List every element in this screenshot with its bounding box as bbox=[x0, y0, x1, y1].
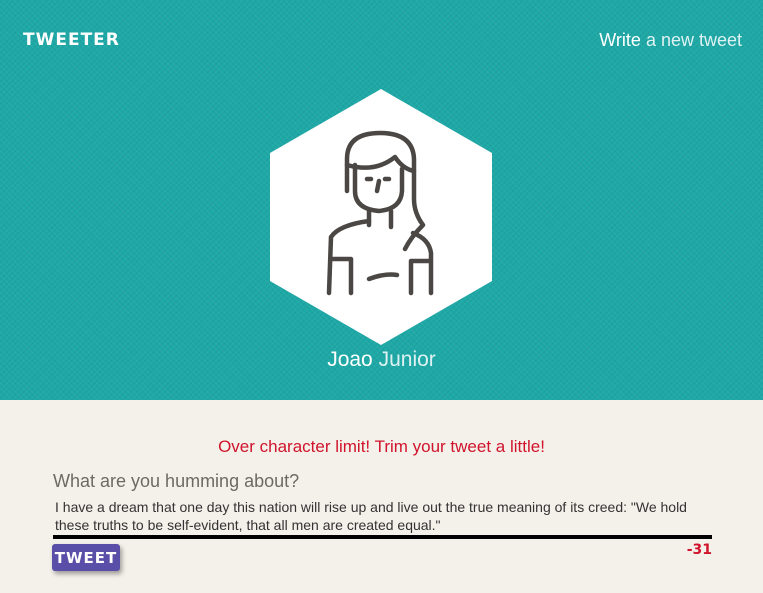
character-counter: -31 bbox=[686, 542, 712, 558]
write-new-tweet-link[interactable]: Write a new tweet bbox=[599, 30, 742, 51]
write-link-rest: a new tweet bbox=[640, 30, 742, 50]
avatar-hexagon bbox=[270, 89, 492, 345]
tweet-button[interactable]: TWEET bbox=[52, 544, 120, 571]
tweet-input[interactable]: I have a dream that one day this nation … bbox=[53, 497, 712, 539]
first-name: Joao bbox=[327, 348, 373, 371]
profile-header: TWEETER Write a new tweet Joao Junior bbox=[0, 0, 763, 400]
error-message: Over character limit! Trim your tweet a … bbox=[218, 437, 545, 456]
profile-name: Joao Junior bbox=[0, 348, 763, 372]
app-logo[interactable]: TWEETER bbox=[23, 30, 120, 50]
compose-label: What are you humming about? bbox=[53, 471, 300, 491]
female-user-avatar-icon bbox=[326, 130, 434, 296]
last-name: Junior bbox=[372, 348, 436, 371]
write-link-strong: Write bbox=[599, 30, 641, 50]
